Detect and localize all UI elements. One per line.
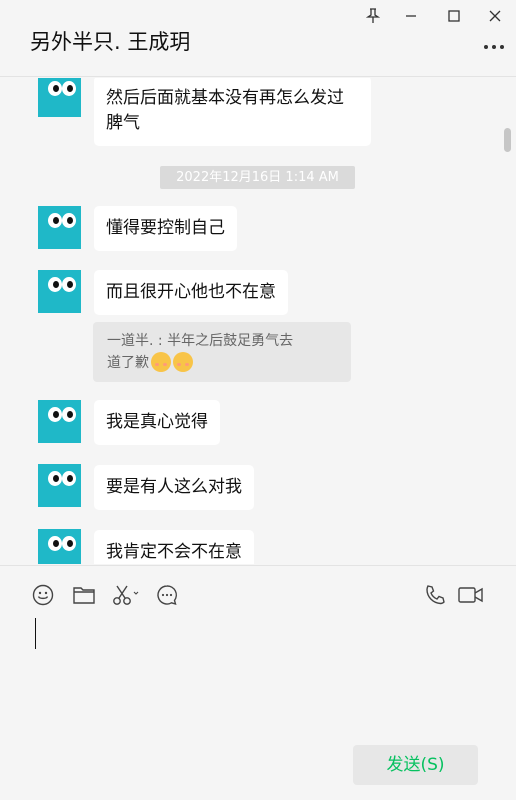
emoji-icon[interactable] [30,582,56,608]
video-icon[interactable] [457,582,485,608]
message-text: 要是有人这么对我 [106,477,242,497]
avatar[interactable] [38,464,81,507]
message-bubble[interactable]: 我是真心觉得 [94,400,220,445]
scissors-icon[interactable] [111,582,141,608]
blush-emoji-icon [151,352,171,372]
quote-text: 一道半. : 半年之后鼓足勇气去 [107,333,294,349]
message-text: 懂得要控制自己 [106,218,225,238]
message-bubble[interactable]: 然后后面就基本没有再怎么发过 脾气 [94,78,371,146]
message-bubble[interactable]: 我肯定不会不在意 [94,530,254,564]
message-list[interactable]: 然后后面就基本没有再怎么发过 脾气 2022年12月16日 1:14 AM 懂得… [0,78,516,564]
pin-icon[interactable] [361,4,385,28]
maximize-icon[interactable] [442,4,466,28]
minimize-icon[interactable] [399,4,423,28]
input-area: 发送(S) [0,565,516,800]
avatar[interactable] [38,78,81,117]
send-button[interactable]: 发送(S) [353,745,478,785]
phone-icon[interactable] [422,582,448,608]
text-input-cursor[interactable] [35,618,36,649]
close-icon[interactable] [483,4,507,28]
avatar[interactable] [38,400,81,443]
message-bubble[interactable]: 而且很开心他也不在意 [94,270,288,315]
blush-emoji-icon [173,352,193,372]
message-text: 我是真心觉得 [106,412,208,432]
avatar[interactable] [38,529,81,564]
avatar[interactable] [38,206,81,249]
quote-text: 道了歉 [107,355,149,371]
quoted-message[interactable]: 一道半. : 半年之后鼓足勇气去 道了歉 [93,322,351,382]
avatar[interactable] [38,270,81,313]
chat-title: 另外半只. 王成玥 [30,30,191,54]
timestamp: 2022年12月16日 1:14 AM [160,166,355,189]
scrollbar-thumb[interactable] [504,128,511,152]
message-bubble[interactable]: 懂得要控制自己 [94,206,237,251]
chat-bubble-icon[interactable] [154,582,180,608]
message-text: 我肯定不会不在意 [106,542,242,562]
message-bubble[interactable]: 要是有人这么对我 [94,465,254,510]
title-bar: 另外半只. 王成玥 [0,0,516,77]
message-text: 而且很开心他也不在意 [106,282,276,302]
message-text: 然后后面就基本没有再怎么发过 [106,88,344,108]
more-icon[interactable] [484,42,504,52]
folder-icon[interactable] [71,582,97,608]
message-text: 脾气 [106,113,140,133]
